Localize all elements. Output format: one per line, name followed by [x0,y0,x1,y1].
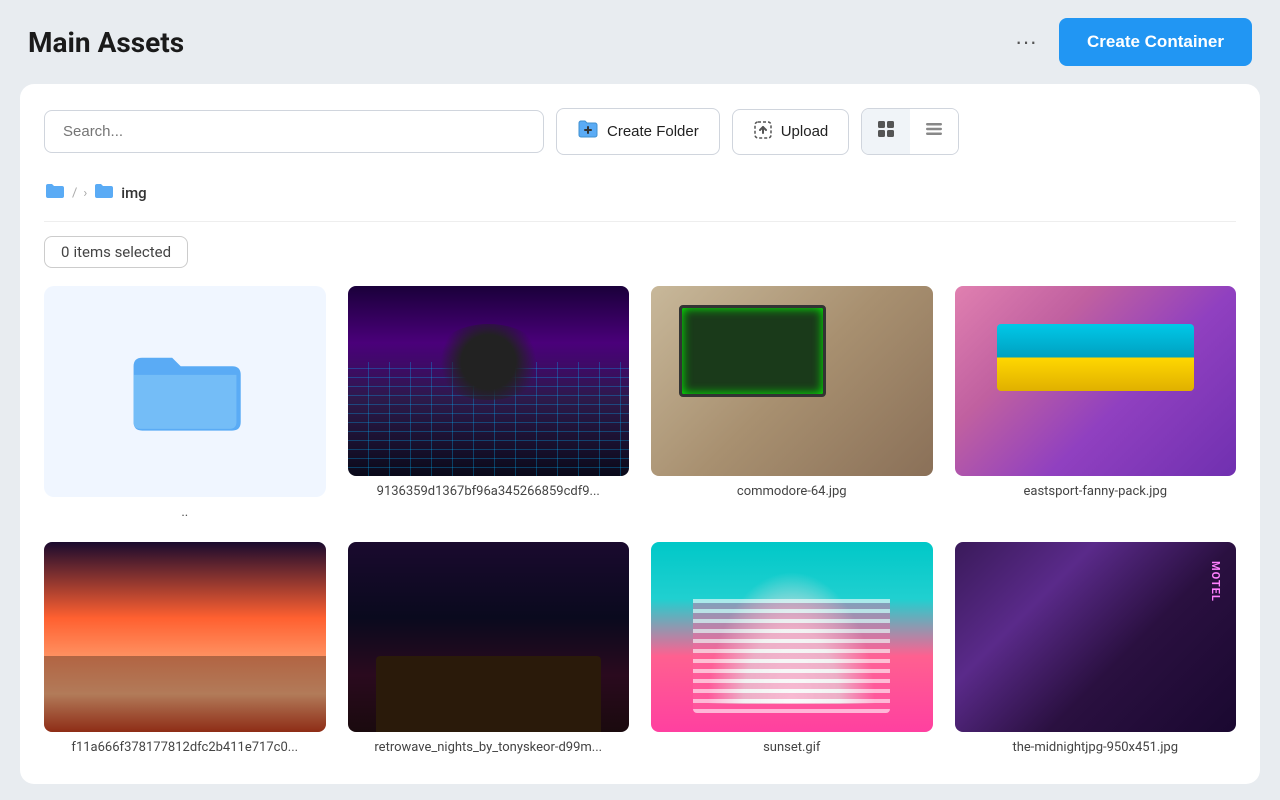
midnight-label: the-midnightjpg-950x451.jpg [955,740,1237,755]
car-night-label: retrowave_nights_by_tonyskeor-d99m... [348,740,630,755]
grid-view-button[interactable] [862,109,910,154]
list-view-button[interactable] [910,109,958,154]
breadcrumb-slash: / [72,186,77,201]
selection-bar: 0 items selected [44,236,188,268]
sunset-thumb [651,542,933,732]
grid-item-midnight[interactable]: the-midnightjpg-950x451.jpg [955,542,1237,755]
fanny-label: eastsport-fanny-pack.jpg [955,484,1237,499]
synth-label: 9136359d1367bf96a345266859cdf9... [348,484,630,499]
breadcrumb-current: img [121,184,146,202]
grid-item-fanny[interactable]: eastsport-fanny-pack.jpg [955,286,1237,520]
toolbar: Create Folder Upload [44,108,1236,155]
header-actions: ··· Create Container [1007,18,1252,66]
upload-label: Upload [781,123,829,140]
file-grid: .. 9136359d1367bf96a345266859cdf9... com… [44,286,1236,755]
commodore-label: commodore-64.jpg [651,484,933,499]
folder-parent-thumb [44,286,326,497]
app-header: Main Assets ··· Create Container [0,0,1280,84]
create-folder-label: Create Folder [607,123,699,140]
breadcrumb-chevron: › [83,186,87,201]
car-night-thumb [348,542,630,732]
more-options-button[interactable]: ··· [1007,25,1045,59]
synth-thumb [348,286,630,476]
view-toggle [861,108,959,155]
retro-city-label: f11a666f378177812dfc2b411e717c0... [44,740,326,755]
selection-label: items selected [73,243,171,261]
breadcrumb: / › img [44,173,1236,222]
folder-parent-label: .. [44,505,326,520]
breadcrumb-root-icon[interactable] [44,181,66,205]
grid-item-commodore[interactable]: commodore-64.jpg [651,286,933,520]
grid-item-retro-city[interactable]: f11a666f378177812dfc2b411e717c0... [44,542,326,755]
page-title: Main Assets [28,26,184,59]
search-input[interactable] [44,110,544,153]
grid-item-folder-parent[interactable]: .. [44,286,326,520]
sunset-label: sunset.gif [651,740,933,755]
retro-city-thumb [44,542,326,732]
fanny-thumb [955,286,1237,476]
create-container-button[interactable]: Create Container [1059,18,1252,66]
create-folder-icon [577,119,599,144]
upload-icon [753,120,773,144]
main-panel: Create Folder Upload [20,84,1260,784]
grid-item-car-night[interactable]: retrowave_nights_by_tonyskeor-d99m... [348,542,630,755]
grid-item-synth[interactable]: 9136359d1367bf96a345266859cdf9... [348,286,630,520]
selection-count: 0 [61,243,69,261]
folder-icon [125,342,245,442]
commodore-thumb [651,286,933,476]
breadcrumb-folder-icon [93,181,115,205]
upload-button[interactable]: Upload [732,109,850,155]
midnight-thumb [955,542,1237,732]
create-folder-button[interactable]: Create Folder [556,108,720,155]
grid-item-sunset[interactable]: sunset.gif [651,542,933,755]
